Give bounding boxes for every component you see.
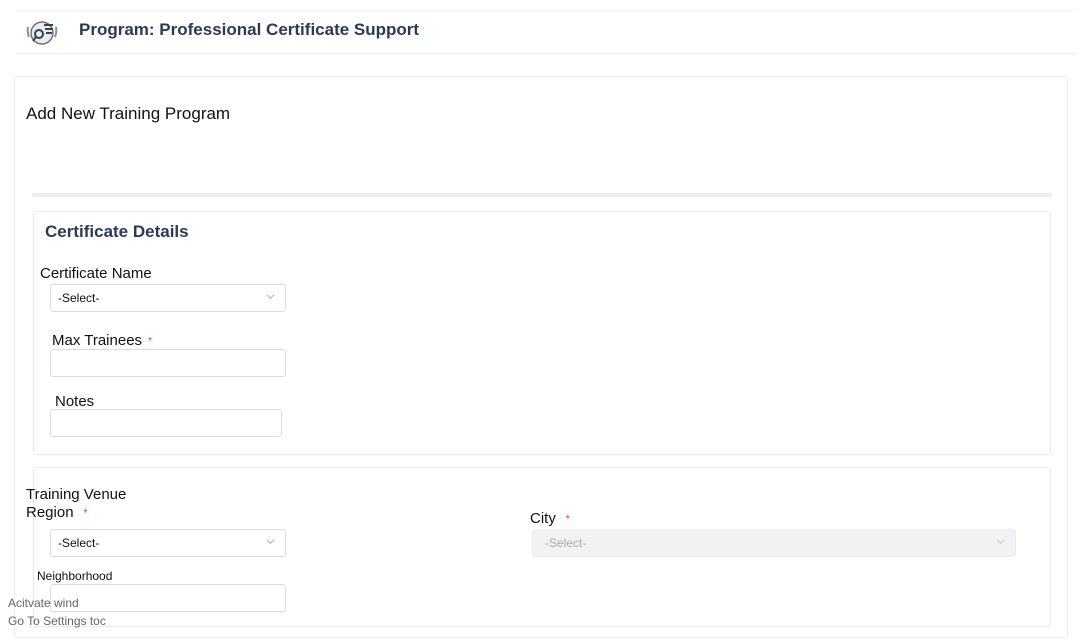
max-trainees-input[interactable] xyxy=(50,349,286,377)
divider xyxy=(32,193,1052,197)
watermark-line-1: Acitvate wind xyxy=(8,596,79,610)
watermark-line-2: Go To Settings toc xyxy=(8,614,106,628)
neighborhood-label: Neighborhood xyxy=(37,569,113,583)
certificate-name-label: Certificate Name xyxy=(40,265,152,282)
chevron-down-icon xyxy=(266,294,275,300)
max-trainees-label: Max Trainees * xyxy=(52,332,152,349)
notes-input[interactable] xyxy=(50,409,282,437)
page-header: Program: Professional Certificate Suppor… xyxy=(16,10,1076,54)
region-value: -Select- xyxy=(58,536,100,550)
city-value: -Select- xyxy=(545,536,587,550)
neighborhood-input[interactable] xyxy=(50,584,286,612)
city-select[interactable]: -Select- xyxy=(532,529,1016,557)
certificate-name-value: -Select- xyxy=(58,291,100,305)
notes-label: Notes xyxy=(55,393,95,410)
page-title: Program: Professional Certificate Suppor… xyxy=(79,20,420,39)
certificate-name-select[interactable]: -Select- xyxy=(50,284,286,312)
form-title: Add New Training Program xyxy=(26,104,231,123)
region-label: Region * xyxy=(26,504,88,521)
chevron-down-icon xyxy=(996,539,1005,545)
required-marker: * xyxy=(83,507,88,519)
section-heading-venue: Training Venue xyxy=(26,486,127,503)
city-label: City * xyxy=(530,510,570,527)
required-marker: * xyxy=(565,513,570,525)
program-logo-icon xyxy=(22,15,62,49)
required-marker: * xyxy=(148,335,152,347)
chevron-down-icon xyxy=(266,539,275,545)
region-select[interactable]: -Select- xyxy=(50,529,286,557)
section-heading-certificate: Certificate Details xyxy=(45,222,189,241)
